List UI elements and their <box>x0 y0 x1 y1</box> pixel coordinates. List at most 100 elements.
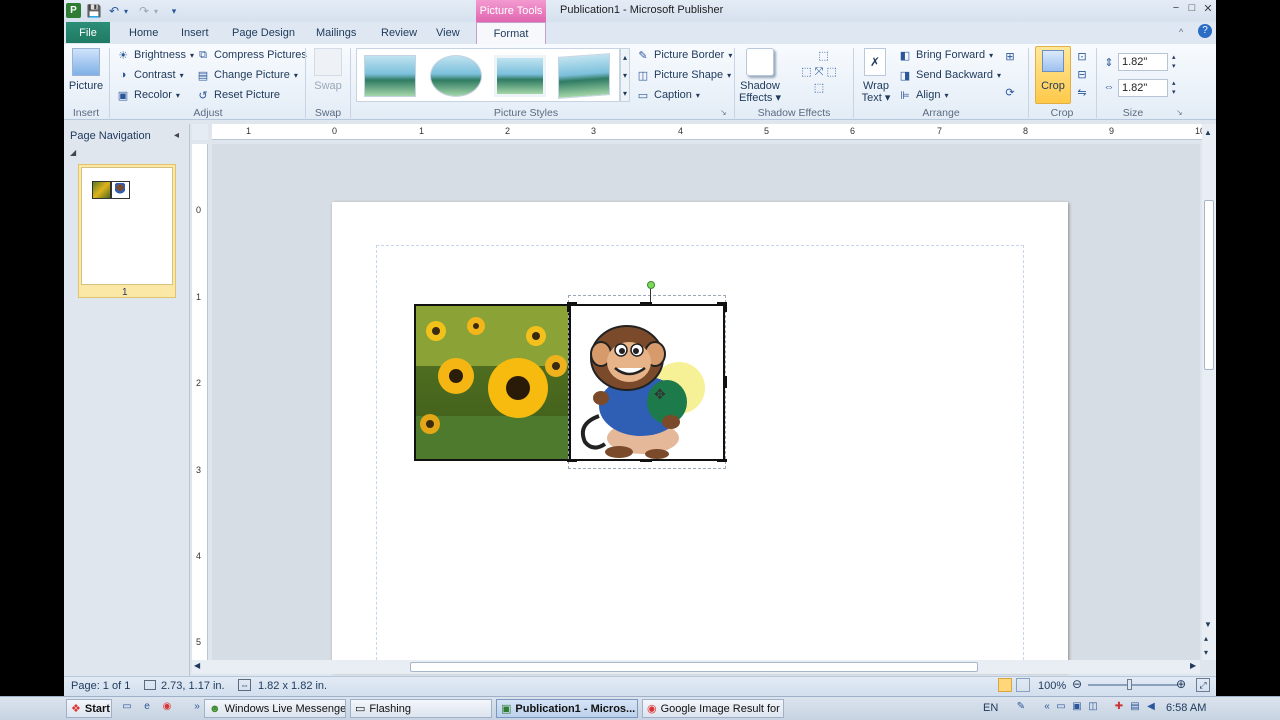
tab-format[interactable]: Format <box>476 22 546 45</box>
dialog-launcher-icon[interactable]: ↘ <box>1176 108 1183 117</box>
taskbar-item-flashing[interactable]: ▭ Flashing <box>350 699 492 718</box>
crop-handle-bottom[interactable] <box>640 459 652 462</box>
bring-forward-button[interactable]: ◧ Bring Forward ▾ <box>898 46 993 64</box>
expand-section-icon[interactable]: ◢ <box>70 148 76 157</box>
maximize-button[interactable]: □ <box>1184 2 1200 18</box>
width-spinner[interactable]: ▴ ▾ <box>1172 79 1176 97</box>
next-page-icon[interactable]: ▾ <box>1204 648 1208 657</box>
picture-border-button[interactable]: ✎ Picture Border ▾ <box>636 46 732 64</box>
crop-handle-bottom-left[interactable] <box>567 459 577 462</box>
contrast-button[interactable]: ◑ Contrast ▾ <box>116 66 184 84</box>
crop-extra-icons[interactable]: ⊡ ⊟ ⇋ <box>1074 48 1090 102</box>
crop-handle-bottom-right[interactable] <box>717 459 727 462</box>
customize-qat-icon[interactable]: ▾ <box>166 3 182 19</box>
crop-handle-top-right-v[interactable] <box>724 302 727 312</box>
insert-picture-button[interactable]: Picture <box>68 80 104 92</box>
picture-style-4[interactable] <box>558 53 610 99</box>
shadow-effects-button[interactable]: Shadow Effects ▾ <box>736 80 784 104</box>
tab-page-design[interactable]: Page Design <box>232 27 295 39</box>
zoom-in-icon[interactable]: ⊕ <box>1176 677 1186 691</box>
picture-style-3[interactable] <box>494 55 546 97</box>
ruler-label: 4 <box>196 551 202 561</box>
tray-expand-icon[interactable]: « <box>1040 701 1054 715</box>
change-picture-button[interactable]: ▤ Change Picture ▾ <box>196 66 298 84</box>
rotation-handle[interactable] <box>647 281 655 289</box>
flower-picture[interactable] <box>414 304 570 461</box>
contrast-icon: ◑ <box>119 69 127 81</box>
tab-mailings[interactable]: Mailings <box>316 27 356 39</box>
tray-icon-1[interactable]: ▭ <box>1054 701 1068 715</box>
tray-icon-3[interactable]: ◫ <box>1086 701 1100 715</box>
save-icon[interactable]: 💾 <box>86 3 102 19</box>
tab-view[interactable]: View <box>436 27 460 39</box>
two-page-view-icon[interactable] <box>1016 678 1030 692</box>
pen-input-icon[interactable]: ✎ <box>1014 701 1028 715</box>
wrap-text-button[interactable]: Wrap Text ▾ <box>858 80 894 104</box>
recolor-icon: ▣ <box>117 89 129 102</box>
scroll-down-icon[interactable]: ▼ <box>1204 620 1212 629</box>
fit-page-icon[interactable]: ⤢ <box>1196 678 1210 692</box>
crop-handle-top[interactable] <box>640 302 652 305</box>
shape-width-input[interactable]: 1.82" <box>1118 79 1168 97</box>
scroll-up-icon[interactable]: ▲ <box>1204 128 1212 137</box>
status-object-position[interactable]: 2.73, 1.17 in. <box>161 680 225 692</box>
tab-file[interactable]: File <box>66 22 110 43</box>
zoom-slider-thumb[interactable] <box>1127 679 1132 690</box>
vertical-scroll-thumb[interactable] <box>1204 200 1214 370</box>
close-button[interactable]: ✕ <box>1200 2 1216 18</box>
zoom-level[interactable]: 100% <box>1038 680 1066 692</box>
ie-icon[interactable]: e <box>140 701 154 715</box>
shape-height-input[interactable]: 1.82" <box>1118 53 1168 71</box>
scroll-right-icon[interactable]: ▶ <box>1190 661 1196 670</box>
tray-icon-4[interactable]: ✚ <box>1112 701 1126 715</box>
dialog-launcher-icon[interactable]: ↘ <box>720 108 727 117</box>
zoom-out-icon[interactable]: ⊖ <box>1072 677 1082 691</box>
network-icon[interactable]: ▤ <box>1128 701 1142 715</box>
horizontal-scroll-thumb[interactable] <box>410 662 978 672</box>
swap-button[interactable]: Swap <box>310 80 346 92</box>
taskbar-item-chrome[interactable]: ◉ Google Image Result for ... <box>642 699 784 718</box>
gallery-scroll[interactable]: ▴ ▾ ▾ <box>620 48 630 102</box>
tab-review[interactable]: Review <box>381 27 417 39</box>
brightness-button[interactable]: ☀ Brightness ▾ <box>116 46 194 64</box>
shadow-nudge-icons[interactable]: ⬚ ⬚ ⤧ ⬚ ⬚ <box>794 48 844 100</box>
align-button[interactable]: ⊫ Align ▾ <box>898 86 948 104</box>
status-object-size[interactable]: 1.82 x 1.82 in. <box>258 680 327 692</box>
recolor-button[interactable]: ▣ Recolor ▾ <box>116 86 180 104</box>
picture-style-1[interactable] <box>364 55 416 97</box>
wrap-line2: Text <box>861 92 882 104</box>
single-page-view-icon[interactable] <box>998 678 1012 692</box>
quicklaunch-expand-icon[interactable]: » <box>190 701 204 715</box>
language-indicator[interactable]: EN <box>983 702 998 714</box>
previous-page-icon[interactable]: ▴ <box>1204 634 1208 643</box>
crop-handle-right[interactable] <box>724 376 727 388</box>
publisher-app-icon[interactable]: P <box>66 3 81 18</box>
clock[interactable]: 6:58 AM <box>1166 702 1206 714</box>
height-spinner[interactable]: ▴ ▾ <box>1172 53 1176 71</box>
send-backward-button[interactable]: ◨ Send Backward ▾ <box>898 66 1001 84</box>
tray-icon-2[interactable]: ▣ <box>1070 701 1084 715</box>
compress-pictures-button[interactable]: ⧉ Compress Pictures <box>196 46 307 64</box>
show-desktop-icon[interactable]: ▭ <box>120 701 134 715</box>
redo-dropdown-icon[interactable]: ▾ <box>148 3 164 19</box>
start-button[interactable]: ❖ Start <box>66 699 112 718</box>
taskbar-item-messenger[interactable]: ☻ Windows Live Messenger <box>204 699 346 718</box>
chrome-icon[interactable]: ◉ <box>160 701 174 715</box>
reset-picture-button[interactable]: ↺ Reset Picture <box>196 86 280 104</box>
help-icon[interactable]: ? <box>1198 24 1212 38</box>
scroll-left-icon[interactable]: ◀ <box>194 661 200 670</box>
zoom-slider-track[interactable] <box>1088 684 1178 686</box>
volume-icon[interactable]: ◀ <box>1144 701 1158 715</box>
status-page-number[interactable]: Page: 1 of 1 <box>71 680 130 692</box>
crop-handle-top-left-v[interactable] <box>567 302 570 312</box>
minimize-button[interactable]: − <box>1168 2 1184 18</box>
arrange-extra-icons[interactable]: ⊞ ⟳ <box>1002 48 1018 102</box>
caption-button[interactable]: ▭ Caption ▾ <box>636 86 700 104</box>
tab-home[interactable]: Home <box>129 27 158 39</box>
picture-shape-button[interactable]: ◫ Picture Shape ▾ <box>636 66 731 84</box>
taskbar-item-publisher[interactable]: ▣ Publication1 - Micros... <box>496 699 638 718</box>
monkey-picture[interactable] <box>569 304 725 461</box>
minimize-ribbon-icon[interactable]: ^ <box>1179 27 1183 37</box>
undo-dropdown-icon[interactable]: ▾ <box>118 3 134 19</box>
picture-style-2[interactable] <box>430 55 482 97</box>
